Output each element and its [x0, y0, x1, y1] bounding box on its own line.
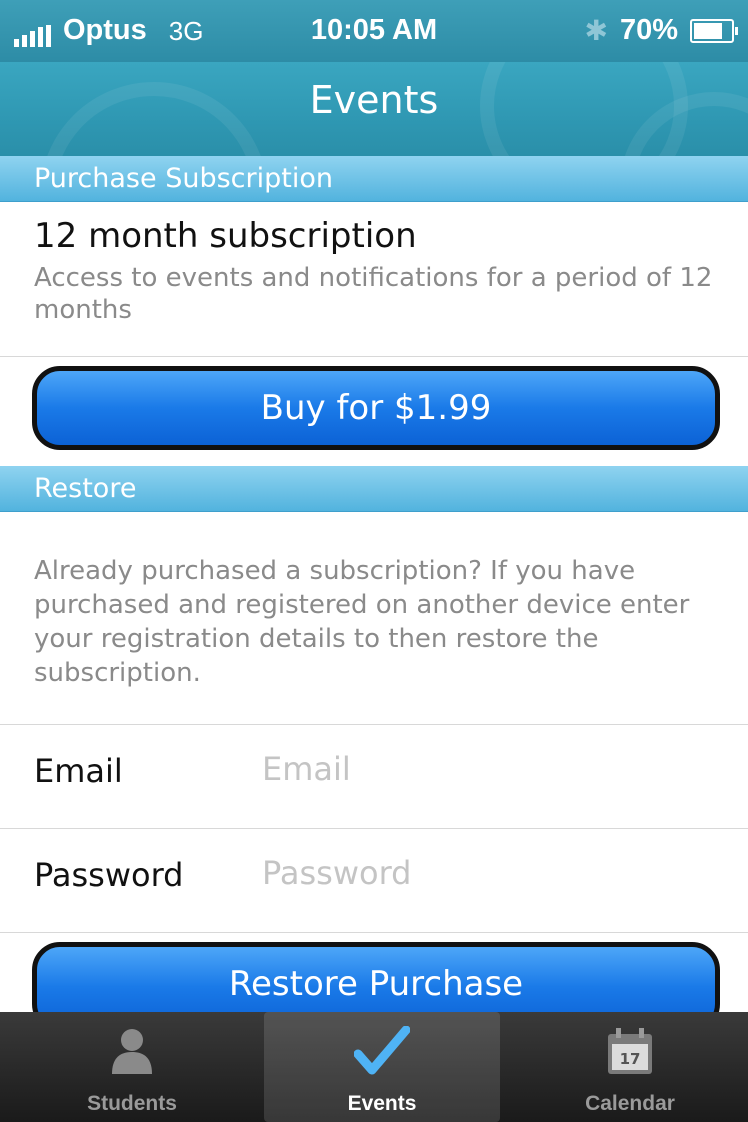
email-label: Email [34, 752, 123, 790]
tab-events[interactable]: Events [264, 1012, 500, 1122]
password-label: Password [34, 856, 184, 894]
divider [0, 724, 748, 725]
page-title: Events [309, 78, 439, 122]
divider [0, 932, 748, 933]
battery-icon [690, 18, 738, 43]
purchase-section-header: Purchase Subscription [0, 156, 748, 202]
bluetooth-icon: ✱ [584, 15, 608, 46]
divider [0, 356, 748, 357]
status-bar: Optus 3G 10:05 AM ✱ 70% [0, 0, 748, 62]
password-field[interactable] [262, 848, 702, 898]
navigation-bar: Events [0, 62, 748, 156]
checkmark-icon [354, 1026, 410, 1075]
restore-description: Already purchased a subscription? If you… [34, 556, 690, 688]
calendar-icon-date: 17 [620, 1050, 641, 1068]
tab-label-calendar: Calendar [585, 1092, 675, 1115]
tab-label-events: Events [347, 1092, 417, 1115]
restore-section-header: Restore [0, 466, 748, 512]
tab-calendar[interactable]: 17 Calendar [512, 1012, 748, 1122]
subscription-title: 12 month subscription [34, 216, 417, 256]
buy-button[interactable]: Buy for $1.99 [32, 366, 720, 450]
battery-percent: 70% [619, 14, 678, 46]
calendar-icon: 17 [608, 1028, 652, 1074]
divider [0, 828, 748, 829]
subscription-description: Access to events and notifications for a… [34, 263, 713, 325]
email-field[interactable] [262, 744, 702, 794]
tab-bar: Students Events 17 Calendar [0, 1012, 748, 1122]
tab-students[interactable]: Students [14, 1012, 250, 1122]
tab-label-students: Students [87, 1092, 177, 1115]
person-icon [112, 1029, 152, 1074]
